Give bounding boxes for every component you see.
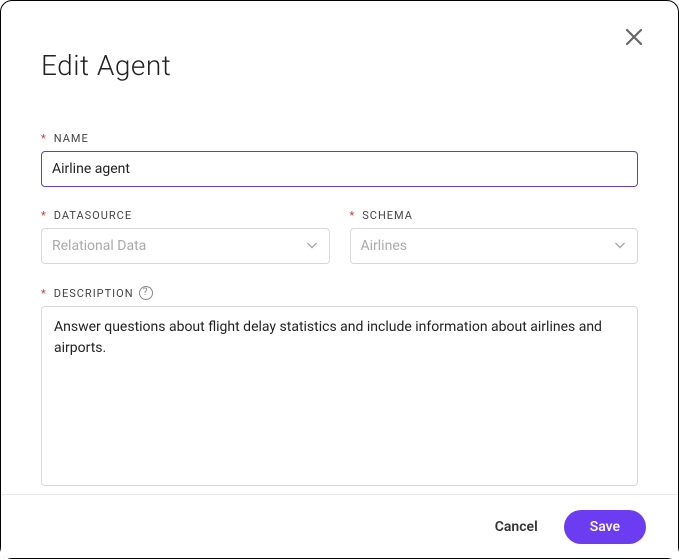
required-asterisk: * xyxy=(41,132,47,145)
required-asterisk: * xyxy=(41,287,47,300)
datasource-value: Relational Data xyxy=(52,238,146,254)
required-asterisk: * xyxy=(41,209,47,222)
name-label-text: NAME xyxy=(54,132,89,145)
description-field: * DESCRIPTION ? xyxy=(41,286,638,490)
name-label: * NAME xyxy=(41,132,638,145)
schema-value: Airlines xyxy=(361,238,407,254)
close-icon xyxy=(624,27,644,47)
save-button[interactable]: Save xyxy=(564,510,646,544)
edit-agent-modal: Edit Agent * NAME * DATASOURCE Relationa… xyxy=(1,1,678,491)
schema-select[interactable]: Airlines xyxy=(350,228,639,264)
datasource-label-text: DATASOURCE xyxy=(54,209,132,222)
modal-title: Edit Agent xyxy=(41,49,638,82)
schema-label-text: SCHEMA xyxy=(362,209,413,222)
help-icon[interactable]: ? xyxy=(139,286,153,300)
description-label: * DESCRIPTION ? xyxy=(41,286,638,300)
datasource-field: * DATASOURCE Relational Data xyxy=(41,209,330,264)
name-field: * NAME xyxy=(41,132,638,187)
schema-label: * SCHEMA xyxy=(350,209,639,222)
datasource-select[interactable]: Relational Data xyxy=(41,228,330,264)
cancel-button[interactable]: Cancel xyxy=(485,511,548,543)
datasource-label: * DATASOURCE xyxy=(41,209,330,222)
schema-field: * SCHEMA Airlines xyxy=(350,209,639,264)
description-textarea[interactable] xyxy=(41,306,638,486)
required-asterisk: * xyxy=(350,209,356,222)
description-label-text: DESCRIPTION xyxy=(54,287,134,300)
close-button[interactable] xyxy=(620,23,648,51)
modal-footer: Cancel Save xyxy=(1,494,678,558)
name-input[interactable] xyxy=(41,151,638,187)
